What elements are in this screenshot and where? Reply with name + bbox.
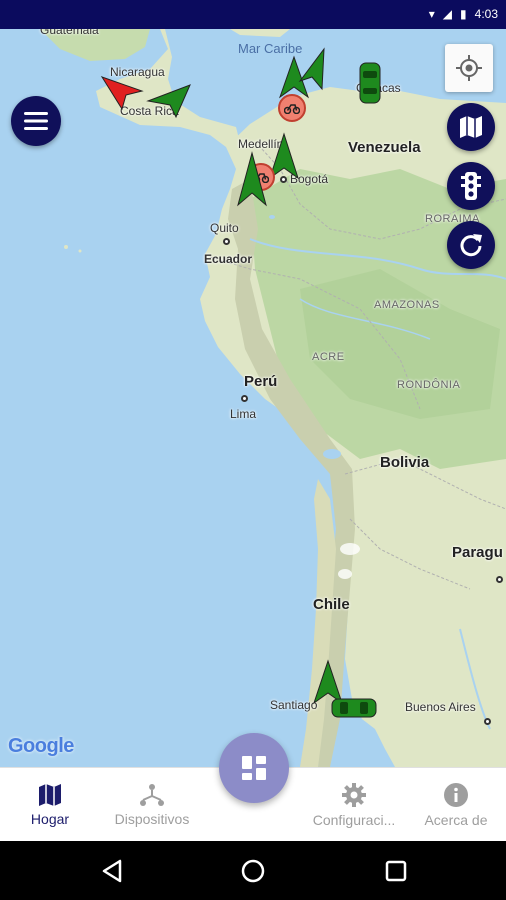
marker-arrow-green-costa-rica[interactable] <box>146 83 192 119</box>
battery-icon: ▮ <box>460 7 467 21</box>
city-dot-buenos-aires <box>484 718 491 725</box>
dashboard-icon <box>242 756 266 780</box>
city-dot-lima <box>241 395 248 402</box>
label-acre: ACRE <box>312 351 345 363</box>
map-type-button[interactable] <box>447 103 495 151</box>
status-time: 4:03 <box>474 7 498 21</box>
marker-arrow-green-north-2[interactable] <box>298 47 328 91</box>
marker-car-green-caracas[interactable] <box>357 61 383 105</box>
label-chile: Chile <box>313 596 350 613</box>
marker-arrow-green-medellin[interactable] <box>236 151 268 207</box>
signal-icon: ◢ <box>442 7 453 21</box>
menu-button[interactable] <box>11 96 61 146</box>
refresh-icon <box>460 234 482 257</box>
label-peru: Perú <box>244 373 278 390</box>
motorcycle-icon <box>284 104 300 114</box>
info-icon <box>444 783 468 807</box>
nav-item-dispositivos[interactable]: Dispositivos <box>102 768 202 842</box>
recents-button[interactable] <box>380 855 412 887</box>
google-attribution: Google <box>8 735 74 758</box>
city-dot-quito <box>223 238 230 245</box>
map-icon <box>460 116 482 138</box>
label-buenos-aires: Buenos Aires <box>405 700 476 714</box>
nav-label-configuracion: Configuraci... <box>312 812 396 828</box>
marker-car-green-santiago[interactable] <box>330 696 378 720</box>
nav-label-hogar: Hogar <box>30 811 70 827</box>
label-guatemala: Guatemala <box>40 29 99 37</box>
label-paragu: Paragu <box>452 544 503 561</box>
traffic-light-icon <box>461 172 481 200</box>
nav-label-dispositivos: Dispositivos <box>114 811 190 827</box>
back-button[interactable] <box>96 855 128 887</box>
city-dot-asuncion <box>496 576 503 583</box>
google-logo-text: Google <box>8 735 74 757</box>
nav-item-acerca-de[interactable]: Acerca de <box>406 768 506 842</box>
label-rondonia: RONDÔNIA <box>397 379 461 391</box>
marker-motorcycle-1[interactable] <box>278 94 306 122</box>
label-santiago: Santiago <box>270 698 318 712</box>
home-icon <box>241 859 265 883</box>
status-bar: ▾ ◢ ▮ 4:03 <box>0 0 506 29</box>
status-icons: ▾ ◢ ▮ 4:03 <box>429 6 498 22</box>
gear-icon <box>342 783 366 807</box>
nav-item-hogar[interactable]: Hogar <box>0 768 100 842</box>
my-location-button[interactable] <box>445 44 493 92</box>
label-bolivia: Bolivia <box>380 454 430 471</box>
map-icon <box>39 784 61 806</box>
nav-label-acerca-de: Acerca de <box>424 812 488 828</box>
label-ecuador: Ecuador <box>204 252 253 266</box>
refresh-button[interactable] <box>447 221 495 269</box>
label-venezuela: Venezuela <box>348 139 421 156</box>
nav-item-configuracion[interactable]: Configuraci... <box>304 768 404 842</box>
home-button[interactable] <box>237 855 269 887</box>
recents-icon <box>385 860 407 882</box>
menu-icon <box>24 112 48 130</box>
map-view[interactable]: Guatemala Nicaragua Costa Rica Mar Carib… <box>0 29 506 767</box>
label-amazonas: AMAZONAS <box>374 299 440 311</box>
android-navigation-bar <box>0 841 506 900</box>
traffic-button[interactable] <box>447 162 495 210</box>
devices-icon <box>140 784 164 806</box>
label-mar-caribe: Mar Caribe <box>238 41 303 56</box>
label-lima: Lima <box>230 407 257 421</box>
back-icon <box>102 859 122 883</box>
locate-icon <box>456 55 482 81</box>
label-quito: Quito <box>210 221 239 235</box>
dashboard-button[interactable] <box>219 733 289 803</box>
marker-arrow-red[interactable] <box>100 73 144 111</box>
wifi-icon: ▾ <box>428 7 435 21</box>
